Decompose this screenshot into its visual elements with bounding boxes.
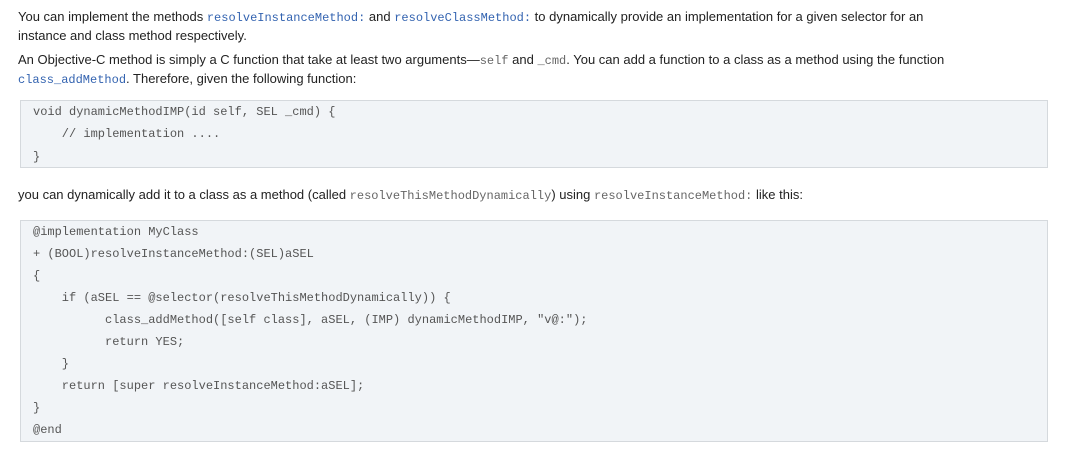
- usage-paragraph: you can dynamically add it to a class as…: [18, 186, 803, 205]
- class-add-method-link[interactable]: class_addMethod: [18, 73, 126, 87]
- text: . Therefore, given the following functio…: [126, 71, 357, 86]
- code-line: // implementation ....: [33, 127, 221, 141]
- code-block-function: void dynamicMethodIMP(id self, SEL _cmd)…: [20, 100, 1048, 168]
- text: An Objective-C method is simply a C func…: [18, 52, 480, 67]
- code-line: @end: [33, 423, 62, 437]
- code-line: }: [33, 357, 70, 371]
- code-line: + (BOOL)resolveInstanceMethod:(SEL)aSEL: [33, 247, 314, 261]
- code-line: void dynamicMethodIMP(id self, SEL _cmd)…: [33, 105, 336, 119]
- code-line: return [super resolveInstanceMethod:aSEL…: [33, 379, 365, 393]
- text: you can dynamically add it to a class as…: [18, 187, 350, 202]
- code-line: if (aSEL == @selector(resolveThisMethodD…: [33, 291, 451, 305]
- code-line: class_addMethod([self class], aSEL, (IMP…: [33, 313, 588, 327]
- code-self: self: [479, 54, 509, 68]
- code-resolve-instance-method: resolveInstanceMethod:: [593, 189, 753, 203]
- resolve-instance-method-link[interactable]: resolveInstanceMethod:: [207, 11, 365, 25]
- text: and: [508, 52, 538, 67]
- code-cmd: _cmd: [537, 54, 567, 68]
- code-block-implementation: @implementation MyClass + (BOOL)resolveI…: [20, 220, 1048, 442]
- method-paragraph: An Objective-C method is simply a C func…: [18, 51, 944, 89]
- intro-paragraph: You can implement the methods resolveIns…: [18, 8, 923, 44]
- code-line: }: [33, 401, 41, 415]
- code-line: return YES;: [33, 335, 185, 349]
- code-selector-name: resolveThisMethodDynamically: [349, 189, 552, 203]
- code-line: }: [33, 150, 41, 164]
- code-line: @implementation MyClass: [33, 225, 199, 239]
- text: instance and class method respectively.: [18, 28, 247, 43]
- text: to dynamically provide an implementation…: [531, 9, 924, 24]
- code-line: {: [33, 269, 41, 283]
- text: like this:: [752, 187, 803, 202]
- text: and: [365, 9, 395, 24]
- text: You can implement the methods: [18, 9, 207, 24]
- text: ) using: [551, 187, 594, 202]
- resolve-class-method-link[interactable]: resolveClassMethod:: [394, 11, 531, 25]
- text: . You can add a function to a class as a…: [566, 52, 945, 67]
